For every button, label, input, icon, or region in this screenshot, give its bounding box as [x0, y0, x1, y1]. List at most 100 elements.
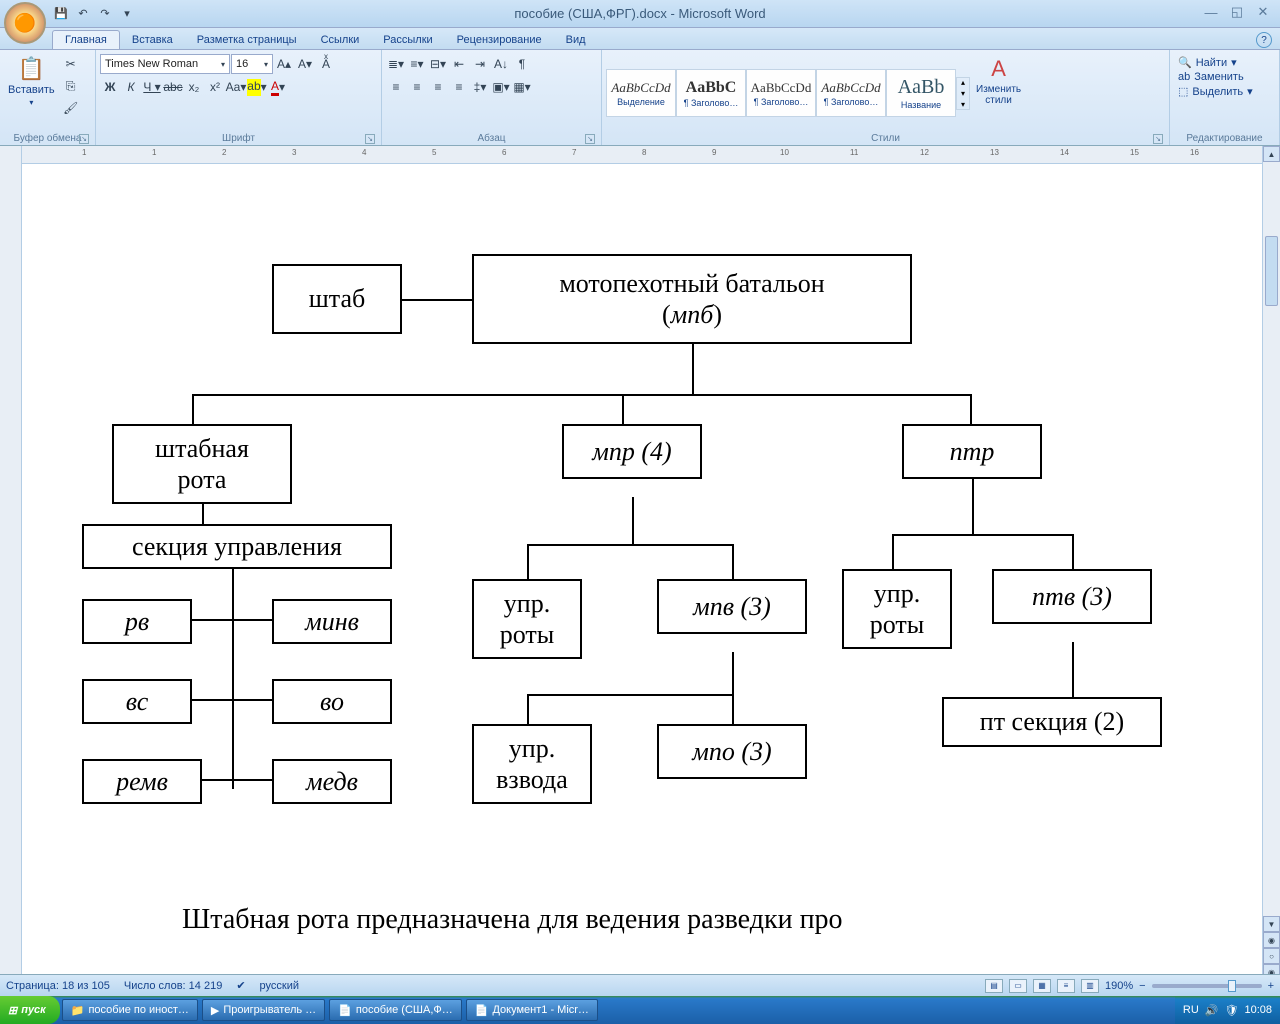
- tab-references[interactable]: Ссылки: [309, 31, 372, 49]
- indent-button[interactable]: ⇥: [470, 54, 490, 74]
- shrink-font-icon[interactable]: A▾: [295, 54, 315, 74]
- launcher-icon[interactable]: ↘: [79, 134, 89, 144]
- zoom-out-button[interactable]: −: [1139, 980, 1145, 992]
- document-area: 112345678910111213141516 штаб мотопехотн…: [0, 146, 1280, 980]
- bold-button[interactable]: Ж: [100, 77, 120, 97]
- cut-icon[interactable]: ✂: [61, 54, 81, 74]
- scroll-up-icon[interactable]: ▲: [1263, 146, 1280, 162]
- find-button[interactable]: 🔍Найти ▾: [1178, 56, 1253, 69]
- zoom-handle[interactable]: [1228, 980, 1236, 992]
- superscript-button[interactable]: x²: [205, 77, 225, 97]
- view-web-button[interactable]: ▦: [1033, 979, 1051, 993]
- minimize-icon[interactable]: —: [1200, 4, 1222, 20]
- launcher-icon[interactable]: ↘: [1153, 134, 1163, 144]
- view-fullscreen-button[interactable]: ▭: [1009, 979, 1027, 993]
- tab-home[interactable]: Главная: [52, 30, 120, 49]
- connector: [732, 544, 734, 579]
- font-size-combo[interactable]: 16▾: [231, 54, 273, 74]
- vertical-scrollbar[interactable]: ▲ ▼ ◉ ○ ◉: [1262, 146, 1280, 980]
- zoom-in-button[interactable]: +: [1268, 980, 1274, 992]
- align-left-button[interactable]: ≡: [386, 77, 406, 97]
- format-painter-icon[interactable]: 🖌: [61, 98, 81, 118]
- shading-button[interactable]: ▣▾: [491, 77, 511, 97]
- box-upr-vzvoda: упр.взвода: [472, 724, 592, 804]
- borders-button[interactable]: ▦▾: [512, 77, 532, 97]
- taskbar-item[interactable]: ▶Проигрыватель …: [202, 999, 325, 1021]
- strike-button[interactable]: abc: [163, 77, 183, 97]
- tab-mailings[interactable]: Рассылки: [371, 31, 444, 49]
- connector: [1072, 534, 1074, 569]
- launcher-icon[interactable]: ↘: [585, 134, 595, 144]
- connector: [527, 694, 529, 724]
- view-draft-button[interactable]: ▥: [1081, 979, 1099, 993]
- zoom-slider[interactable]: [1152, 984, 1262, 988]
- outdent-button[interactable]: ⇤: [449, 54, 469, 74]
- styles-more-button[interactable]: ▴▾▾: [956, 77, 970, 110]
- tab-layout[interactable]: Разметка страницы: [185, 31, 309, 49]
- align-center-button[interactable]: ≡: [407, 77, 427, 97]
- grow-font-icon[interactable]: A▴: [274, 54, 294, 74]
- replace-button[interactable]: abЗаменить: [1178, 71, 1253, 83]
- font-color-button[interactable]: A▾: [268, 77, 288, 97]
- tray-icon[interactable]: 🛡: [1225, 1004, 1239, 1017]
- style-swatch[interactable]: AaBbCcDd¶ Заголово…: [816, 69, 886, 117]
- style-swatch[interactable]: AaBbCcDd¶ Заголово…: [746, 69, 816, 117]
- numbering-button[interactable]: ≡▾: [407, 54, 427, 74]
- undo-icon[interactable]: ↶: [74, 5, 92, 23]
- sort-button[interactable]: A↓: [491, 54, 511, 74]
- tab-view[interactable]: Вид: [554, 31, 598, 49]
- scroll-down-icon[interactable]: ▼: [1263, 916, 1280, 932]
- redo-icon[interactable]: ↷: [96, 5, 114, 23]
- prev-page-icon[interactable]: ◉: [1263, 932, 1280, 948]
- change-case-button[interactable]: Aa▾: [226, 77, 246, 97]
- align-right-button[interactable]: ≡: [428, 77, 448, 97]
- taskbar-item[interactable]: 📄Документ1 - Micr…: [466, 999, 598, 1021]
- status-spellcheck-icon[interactable]: ✔: [236, 979, 245, 992]
- close-icon[interactable]: ✕: [1252, 4, 1274, 20]
- office-button[interactable]: 🟠: [4, 2, 46, 44]
- paste-button[interactable]: 📋 Вставить ▾: [4, 54, 59, 109]
- view-print-layout-button[interactable]: ▤: [985, 979, 1003, 993]
- style-swatch[interactable]: AaBbCcDdВыделение: [606, 69, 676, 117]
- qat-more-icon[interactable]: ▾: [118, 5, 136, 23]
- select-button[interactable]: ⬚Выделить ▾: [1178, 85, 1253, 98]
- page-viewport[interactable]: штаб мотопехотный батальон(мпб) штабнаяр…: [22, 164, 1262, 980]
- connector: [527, 694, 732, 696]
- multilevel-button[interactable]: ⊟▾: [428, 54, 448, 74]
- browse-object-icon[interactable]: ○: [1263, 948, 1280, 964]
- scroll-thumb[interactable]: [1265, 236, 1278, 306]
- copy-icon[interactable]: ⎘: [61, 76, 81, 96]
- clear-format-icon[interactable]: Aͯ: [316, 54, 336, 74]
- bullets-button[interactable]: ≣▾: [386, 54, 406, 74]
- view-outline-button[interactable]: ≡: [1057, 979, 1075, 993]
- style-swatch[interactable]: AaBbНазвание: [886, 69, 956, 117]
- status-page[interactable]: Страница: 18 из 105: [6, 980, 110, 992]
- italic-button[interactable]: К: [121, 77, 141, 97]
- taskbar-item[interactable]: 📁пособие по иност…: [62, 999, 198, 1021]
- zoom-level[interactable]: 190%: [1105, 980, 1133, 992]
- line-spacing-button[interactable]: ‡▾: [470, 77, 490, 97]
- show-marks-button[interactable]: ¶: [512, 54, 532, 74]
- tray-lang[interactable]: RU: [1183, 1004, 1199, 1016]
- start-button[interactable]: ⊞пуск: [0, 996, 60, 1024]
- font-name-combo[interactable]: Times New Roman▾: [100, 54, 230, 74]
- style-swatch[interactable]: AaBbC¶ Заголово…: [676, 69, 746, 117]
- tab-review[interactable]: Рецензирование: [445, 31, 554, 49]
- help-icon[interactable]: ?: [1256, 32, 1272, 48]
- tray-clock[interactable]: 10:08: [1244, 1004, 1272, 1016]
- status-words[interactable]: Число слов: 14 219: [124, 980, 222, 992]
- restore-icon[interactable]: ◱: [1226, 4, 1248, 20]
- justify-button[interactable]: ≡: [449, 77, 469, 97]
- subscript-button[interactable]: x₂: [184, 77, 204, 97]
- highlight-button[interactable]: ab▾: [247, 77, 267, 97]
- horizontal-ruler[interactable]: 112345678910111213141516: [22, 146, 1262, 164]
- save-icon[interactable]: 💾: [52, 5, 70, 23]
- taskbar-item[interactable]: 📄пособие (США,Ф…: [329, 999, 462, 1021]
- vertical-ruler[interactable]: [0, 146, 22, 980]
- tray-icon[interactable]: 🔊: [1205, 1004, 1219, 1017]
- underline-button[interactable]: Ч ▾: [142, 77, 162, 97]
- launcher-icon[interactable]: ↘: [365, 134, 375, 144]
- change-styles-button[interactable]: A Изменить стили: [972, 54, 1025, 132]
- status-language[interactable]: русский: [260, 980, 299, 992]
- tab-insert[interactable]: Вставка: [120, 31, 185, 49]
